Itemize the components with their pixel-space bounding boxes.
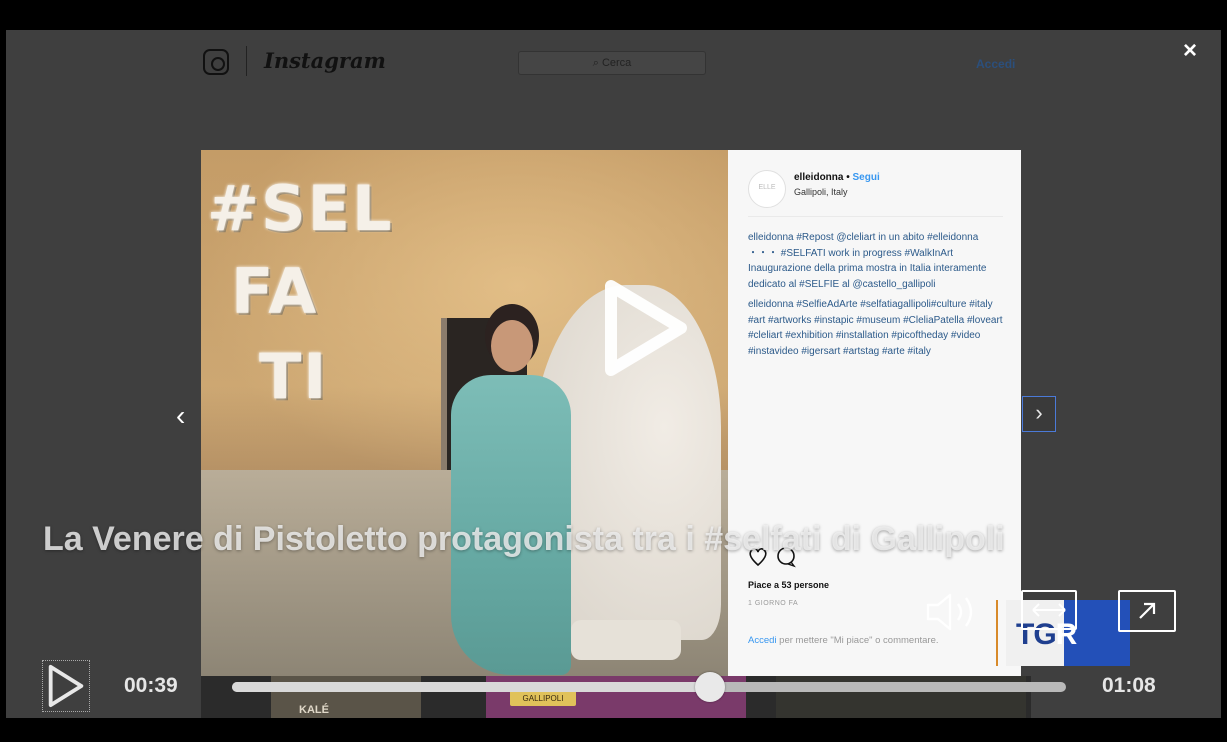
bottom-letterbox bbox=[0, 718, 1227, 742]
instagram-wordmark: Instagram bbox=[264, 48, 386, 73]
instagram-search-input: ⌕ Cerca bbox=[518, 51, 706, 75]
seek-handle[interactable] bbox=[694, 672, 725, 702]
chevron-left-icon[interactable]: ‹ bbox=[176, 400, 185, 432]
instagram-camera-icon bbox=[203, 49, 229, 75]
wall-sign-line-3: TI bbox=[259, 340, 329, 413]
follow-link: Segui bbox=[852, 172, 880, 183]
video-player[interactable]: Instagram ⌕ Cerca Accedi × #SEL FA TI EL… bbox=[6, 30, 1221, 718]
username: elleidonna bbox=[794, 172, 844, 183]
login-prompt: Accedi per mettere "Mi piace" o commenta… bbox=[748, 634, 958, 648]
seek-bar-fill bbox=[232, 682, 710, 692]
avatar: ELLE bbox=[748, 170, 786, 208]
video-headline: La Venere di Pistoletto protagonista tra… bbox=[43, 520, 1005, 558]
post-photo: #SEL FA TI bbox=[201, 150, 728, 676]
woman-head bbox=[491, 320, 533, 372]
volume-icon[interactable] bbox=[924, 590, 986, 634]
time-ago: 1 GIORNO FA bbox=[748, 600, 799, 607]
panel-divider bbox=[748, 216, 1003, 217]
caption-first: elleidonna #Repost @cleliart in un abito… bbox=[748, 232, 987, 290]
post-header: elleidonna • Segui bbox=[794, 172, 880, 183]
expand-icon[interactable] bbox=[1118, 590, 1176, 632]
play-icon[interactable] bbox=[42, 660, 90, 712]
top-letterbox bbox=[0, 0, 1227, 30]
play-overlay-icon[interactable] bbox=[599, 278, 689, 378]
chevron-right-icon[interactable]: › bbox=[1022, 396, 1056, 432]
wall-sign-line-2: FA bbox=[231, 255, 319, 328]
location: Gallipoli, Italy bbox=[794, 187, 848, 197]
duration: 01:08 bbox=[1102, 674, 1156, 697]
separator-dot: • bbox=[843, 172, 853, 183]
instagram-login-link: Accedi bbox=[976, 57, 1016, 71]
seek-bar[interactable] bbox=[232, 672, 1066, 702]
brand-accent-line bbox=[996, 600, 998, 666]
current-time: 00:39 bbox=[124, 674, 178, 697]
wall-sign-line-1: #SEL bbox=[207, 172, 394, 245]
instagram-header: Instagram ⌕ Cerca Accedi bbox=[6, 30, 1221, 100]
sculpture-base bbox=[571, 620, 681, 660]
caption-block: elleidonna #Repost @cleliart in un abito… bbox=[748, 230, 1008, 359]
search-placeholder: Cerca bbox=[601, 57, 632, 69]
likes-count: Piace a 53 persone bbox=[748, 580, 830, 590]
login-prompt-text: per mettere "Mi piace" o commentare. bbox=[776, 635, 939, 646]
login-link: Accedi bbox=[748, 635, 777, 646]
thumbnail-kale-label: KALÉ bbox=[299, 704, 329, 716]
caption-second: elleidonna #SelfieAdArte #selfatiagallip… bbox=[748, 299, 1003, 357]
resize-icon[interactable] bbox=[1021, 590, 1077, 630]
close-icon[interactable]: × bbox=[1183, 37, 1197, 65]
header-divider bbox=[246, 46, 247, 76]
